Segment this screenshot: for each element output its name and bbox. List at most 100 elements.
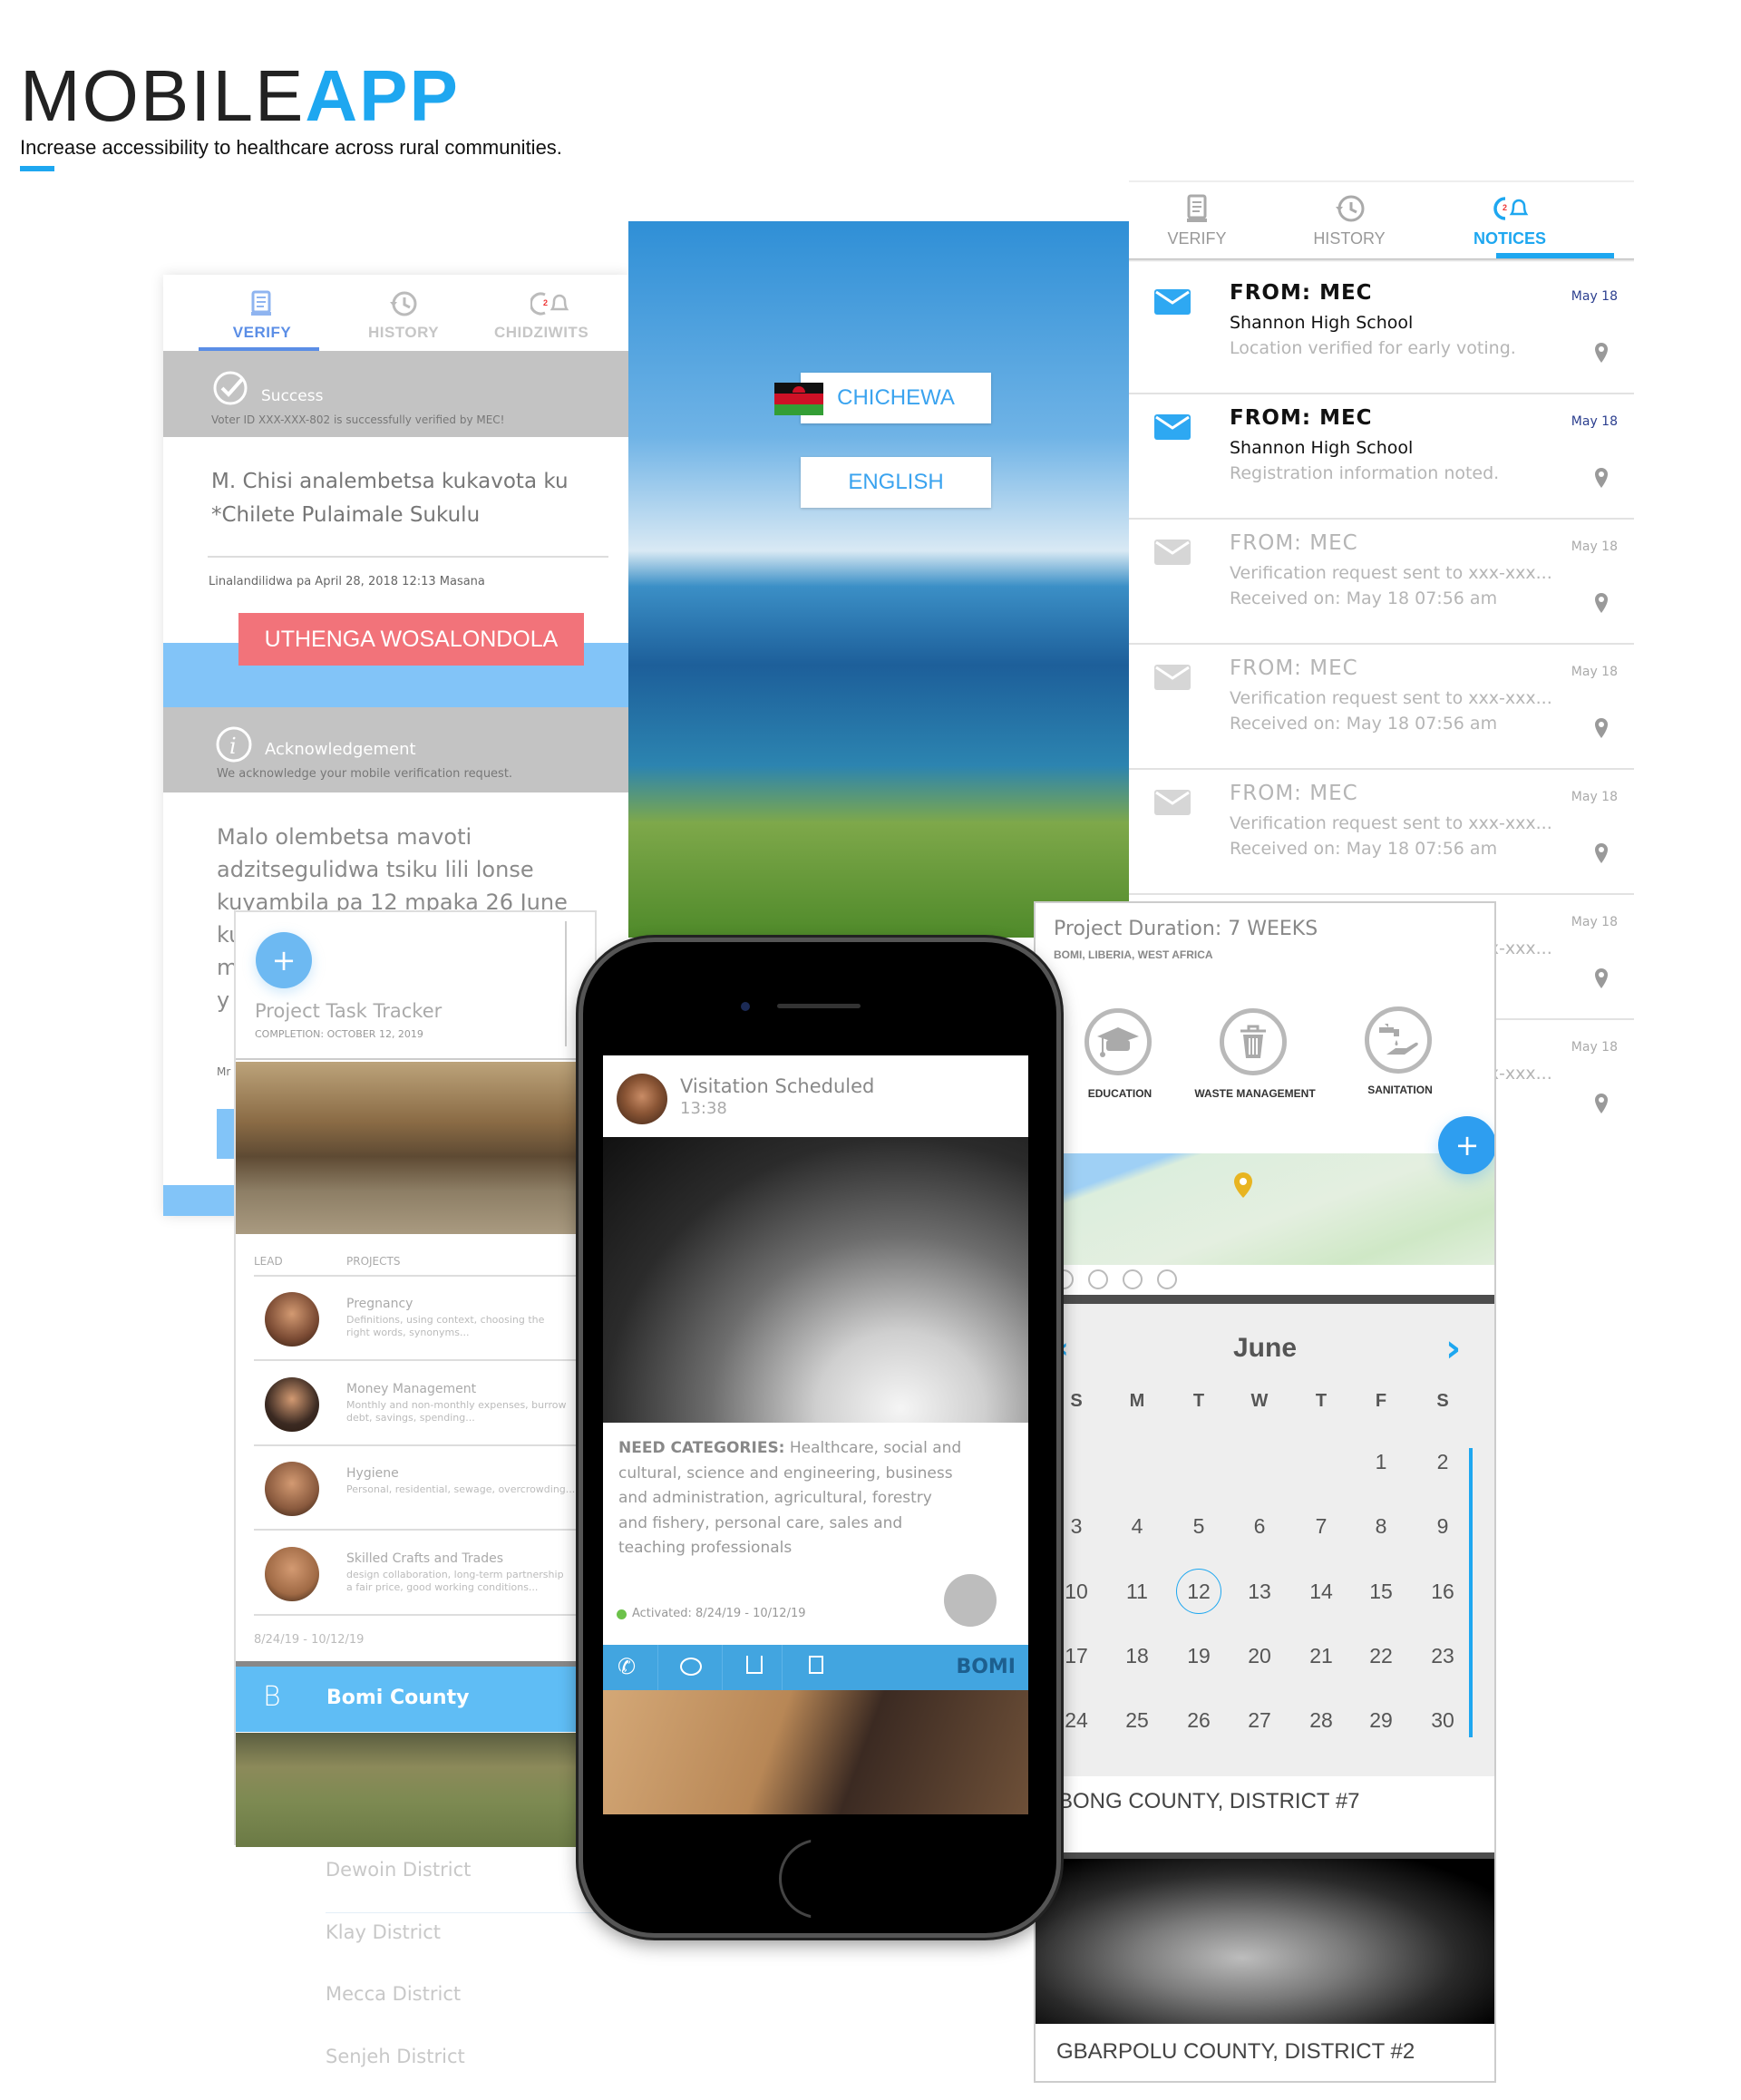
report-wrong-message-button[interactable]: UTHENGA WOSALONDOLA bbox=[238, 613, 584, 666]
location-pin-icon[interactable] bbox=[1594, 842, 1609, 868]
notice-sender: FROM: MEC bbox=[1230, 406, 1373, 430]
tab-label: NOTICES bbox=[1473, 229, 1546, 248]
county-card-title[interactable]: GBARPOLU COUNTY, DISTRICT #2 bbox=[1056, 2039, 1415, 2065]
project-row[interactable]: Money Management Monthly and non-monthly … bbox=[254, 1362, 598, 1446]
calendar-day[interactable]: 23 bbox=[1425, 1638, 1461, 1674]
tab-notices[interactable]: 2 NOTICES bbox=[1442, 193, 1578, 248]
notice-item[interactable]: FROM: MEC Verification request sent to xx… bbox=[1129, 770, 1634, 895]
calendar-day[interactable]: 1 bbox=[1363, 1444, 1399, 1480]
notice-date: May 18 bbox=[1571, 414, 1618, 429]
district-item[interactable]: Klay District bbox=[326, 1921, 598, 1976]
registration-message: M. Chisi analembetsa kukavota ku *Chilet… bbox=[211, 465, 569, 532]
camp-icon[interactable] bbox=[1123, 1269, 1143, 1289]
tab-label: HISTORY bbox=[1313, 229, 1386, 248]
calendar-day[interactable]: 28 bbox=[1303, 1702, 1339, 1738]
calendar-day[interactable]: 16 bbox=[1425, 1573, 1461, 1609]
calendar-day[interactable]: 6 bbox=[1241, 1508, 1278, 1544]
location-map[interactable] bbox=[1036, 1153, 1494, 1265]
calendar-day[interactable]: 19 bbox=[1181, 1638, 1217, 1674]
location-pin-icon[interactable] bbox=[1594, 1093, 1609, 1118]
calendar-day[interactable]: 14 bbox=[1303, 1573, 1339, 1609]
need-line: cultural, science and engineering, busin… bbox=[618, 1463, 953, 1483]
trash-can-icon bbox=[1240, 1025, 1266, 1058]
calendar-day[interactable]: 17 bbox=[1058, 1638, 1094, 1674]
notification-header[interactable]: Visitation Scheduled 13:38 bbox=[603, 1055, 1028, 1137]
tab-verify[interactable]: VERIFY bbox=[185, 289, 339, 342]
project-desc: design collaboration, long-term partners… bbox=[346, 1568, 564, 1580]
location-pin-icon[interactable] bbox=[1594, 467, 1609, 492]
next-month-button[interactable]: › bbox=[1445, 1326, 1461, 1370]
chichewa-button[interactable]: CHICHEWA bbox=[801, 373, 991, 423]
chat-icon[interactable] bbox=[680, 1658, 702, 1676]
calendar-day[interactable]: 8 bbox=[1363, 1508, 1399, 1544]
tab-history[interactable]: HISTORY bbox=[1281, 193, 1417, 248]
waste-management-category[interactable] bbox=[1220, 1008, 1287, 1075]
location-pin-icon[interactable] bbox=[1594, 592, 1609, 617]
calendar-day[interactable]: 29 bbox=[1363, 1702, 1399, 1738]
body-line: adzitsegulidwa tsiku lili lonse bbox=[217, 857, 534, 882]
county-card-title[interactable]: BONG COUNTY, DISTRICT #7 bbox=[1058, 1789, 1360, 1814]
notice-date: May 18 bbox=[1571, 1040, 1618, 1055]
tab-label: HISTORY bbox=[367, 324, 440, 341]
calendar-day[interactable]: 4 bbox=[1119, 1508, 1155, 1544]
notice-item[interactable]: FROM: MEC Shannon High School Location ver… bbox=[1129, 269, 1634, 394]
calendar-day[interactable]: 25 bbox=[1119, 1702, 1155, 1738]
calendar-day[interactable]: 22 bbox=[1363, 1638, 1399, 1674]
calendar-day[interactable]: 10 bbox=[1058, 1573, 1094, 1609]
district-item[interactable]: Dewoin District bbox=[326, 1859, 598, 1913]
calendar-month: June bbox=[1232, 1333, 1298, 1363]
district-name: Dewoin District bbox=[326, 1859, 472, 1881]
calendar-day[interactable]: 9 bbox=[1425, 1508, 1461, 1544]
education-category[interactable] bbox=[1084, 1008, 1152, 1075]
project-row[interactable]: Hygiene Personal, residential, sewage, ov… bbox=[254, 1446, 598, 1531]
location-pin-icon[interactable] bbox=[1594, 967, 1609, 993]
district-item[interactable]: Senjeh District bbox=[326, 2046, 598, 2100]
calendar-day[interactable]: 5 bbox=[1181, 1508, 1217, 1544]
calendar-day[interactable]: 2 bbox=[1425, 1444, 1461, 1480]
navigate-icon[interactable] bbox=[1088, 1269, 1108, 1289]
village-landscape-photo bbox=[236, 1733, 595, 1847]
add-task-button[interactable]: + bbox=[256, 932, 312, 988]
notice-item[interactable]: FROM: MEC Verification request sent to xx… bbox=[1129, 520, 1634, 645]
project-row[interactable]: Skilled Crafts and Trades design collabor… bbox=[254, 1531, 598, 1616]
calendar-day[interactable]: 15 bbox=[1363, 1573, 1399, 1609]
calendar-day[interactable]: 24 bbox=[1058, 1702, 1094, 1738]
county-header[interactable]: B Bomi County bbox=[236, 1667, 595, 1732]
document-icon[interactable] bbox=[809, 1656, 823, 1674]
notice-item[interactable]: FROM: MEC Verification request sent to xx… bbox=[1129, 645, 1634, 770]
location-pin-icon[interactable] bbox=[1594, 717, 1609, 743]
calendar-day[interactable]: 7 bbox=[1303, 1508, 1339, 1544]
project-row[interactable]: Pregnancy Definitions, using context, cho… bbox=[254, 1277, 598, 1361]
calendar-day-selected[interactable]: 12 bbox=[1176, 1568, 1221, 1614]
calendar-day[interactable]: 21 bbox=[1303, 1638, 1339, 1674]
calendar-day[interactable]: 30 bbox=[1425, 1702, 1461, 1738]
airplane-icon[interactable] bbox=[1157, 1269, 1177, 1289]
home-button[interactable] bbox=[779, 1839, 812, 1919]
pregnancy-photo bbox=[603, 1137, 1028, 1423]
add-button[interactable]: + bbox=[1438, 1116, 1494, 1174]
calendar-day[interactable]: 26 bbox=[1181, 1702, 1217, 1738]
calendar-day[interactable]: 3 bbox=[1058, 1508, 1094, 1544]
english-button[interactable]: ENGLISH bbox=[801, 457, 991, 508]
calendar-scrollbar[interactable] bbox=[1469, 1448, 1473, 1737]
share-icon[interactable] bbox=[746, 1656, 763, 1674]
phone-icon[interactable]: ✆ bbox=[618, 1654, 636, 1679]
district-item[interactable]: Mecca District bbox=[326, 1983, 598, 2037]
weekday-label: T bbox=[1315, 1391, 1328, 1411]
sanitation-category[interactable] bbox=[1365, 1006, 1432, 1074]
tab-label: VERIFY bbox=[232, 324, 292, 341]
envelope-icon bbox=[1154, 414, 1191, 440]
tab-notices[interactable]: 2 CHIDZIWITS bbox=[485, 289, 629, 342]
calendar-day[interactable]: 18 bbox=[1119, 1638, 1155, 1674]
notice-item[interactable]: FROM: MEC Shannon High School Registration… bbox=[1129, 394, 1634, 520]
location-pin-icon[interactable] bbox=[1594, 342, 1609, 367]
calendar-day[interactable]: 27 bbox=[1241, 1702, 1278, 1738]
calendar-day[interactable]: 13 bbox=[1241, 1573, 1278, 1609]
weekday-label: T bbox=[1192, 1391, 1205, 1411]
avatar bbox=[265, 1376, 319, 1432]
calendar-day[interactable]: 20 bbox=[1241, 1638, 1278, 1674]
calendar-day[interactable]: 11 bbox=[1119, 1573, 1155, 1609]
divider bbox=[722, 1645, 723, 1690]
tab-verify[interactable]: VERIFY bbox=[1129, 193, 1265, 248]
tab-history[interactable]: HISTORY bbox=[326, 289, 481, 342]
